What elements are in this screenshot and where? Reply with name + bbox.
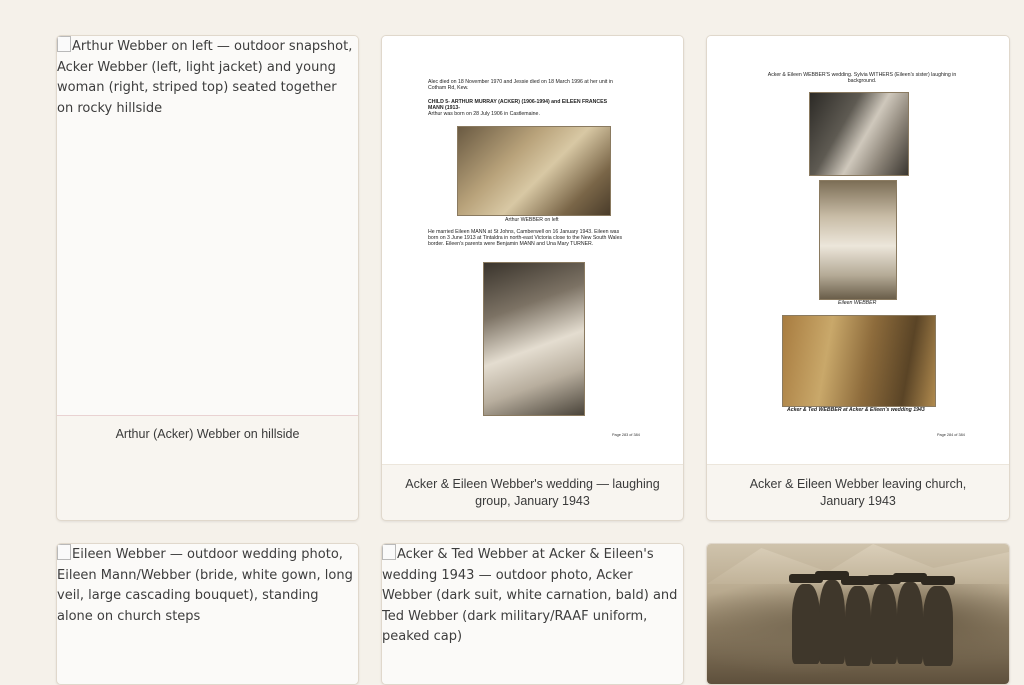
broken-photo-image[interactable]: Arthur Webber on left — outdoor snapshot… — [57, 36, 358, 416]
gallery-card-eileen-wedding[interactable]: Eileen Webber — outdoor wedding photo, E… — [56, 543, 359, 685]
photo-caption: Acker & Ted WEBBER at Acker & Eileen's w… — [787, 407, 925, 413]
broken-photo-image[interactable]: Acker & Ted Webber at Acker & Eileen's w… — [382, 544, 683, 684]
acker-ted-photo — [782, 315, 936, 407]
image-alt-text: Arthur Webber on left — outdoor snapshot… — [57, 39, 353, 116]
photo-caption: Arthur WEBBER on left — [505, 217, 559, 223]
soldier-figure — [871, 584, 897, 664]
gallery-card-acker-ted[interactable]: Acker & Ted Webber at Acker & Eileen's w… — [381, 543, 684, 685]
scanned-document-page: Acker & Eileen WEBBER'S wedding. Sylvia … — [707, 36, 1009, 464]
scanned-document-page: Alec died on 18 November 1970 and Jessie… — [382, 36, 683, 464]
soldier-hat — [921, 576, 955, 585]
page-number: Page 284 of 384 — [937, 433, 965, 437]
document-page-image[interactable]: Acker & Eileen WEBBER'S wedding. Sylvia … — [707, 36, 1009, 465]
soldiers-group-photo[interactable] — [707, 544, 1009, 684]
card-caption: Acker & Eileen Webber's wedding — laughi… — [405, 477, 660, 508]
wedding-group-photo — [483, 262, 585, 416]
photo-gallery-grid: Arthur Webber on left — outdoor snapshot… — [56, 35, 1010, 685]
image-alt-text: Eileen Webber — outdoor wedding photo, E… — [57, 547, 353, 624]
page-text: border. Eileen's parents were Benjamin M… — [428, 241, 594, 247]
gallery-card-arthur-hillside[interactable]: Arthur Webber on left — outdoor snapshot… — [56, 35, 359, 521]
hillside-photo — [457, 126, 611, 216]
image-alt-text: Acker & Ted Webber at Acker & Eileen's w… — [382, 547, 678, 644]
gallery-card-wedding-laughing-group[interactable]: Alec died on 18 November 1970 and Jessie… — [381, 35, 684, 521]
broken-image-icon — [57, 544, 71, 560]
bride-photo — [819, 180, 897, 300]
card-caption: Acker & Eileen Webber leaving church, Ja… — [749, 477, 967, 508]
broken-image-icon — [382, 544, 396, 560]
soldier-figure — [845, 586, 871, 666]
page-text: background. — [847, 78, 877, 84]
gallery-card-leaving-church[interactable]: Acker & Eileen WEBBER'S wedding. Sylvia … — [706, 35, 1010, 521]
page-heading: CHILD 5- ARTHUR MURRAY (ACKER) (1906-199… — [428, 99, 608, 105]
wedding-couple-photo — [809, 92, 909, 176]
soldiers-photo-image — [707, 544, 1009, 684]
gallery-card-soldiers-group[interactable] — [706, 543, 1010, 685]
document-page-image[interactable]: Alec died on 18 November 1970 and Jessie… — [382, 36, 683, 465]
broken-photo-image[interactable]: Eileen Webber — outdoor wedding photo, E… — [57, 544, 358, 684]
page-number: Page 283 of 384 — [612, 433, 640, 437]
broken-image-icon — [57, 36, 71, 52]
page-text: Cotham Rd, Kew. — [428, 85, 469, 91]
soldier-figure — [819, 580, 845, 664]
soldier-figure — [923, 586, 953, 666]
soldier-figure — [897, 582, 923, 664]
photo-caption: Eileen WEBBER — [838, 300, 877, 306]
card-caption: Arthur (Acker) Webber on hillside — [115, 427, 300, 441]
page-text: Arthur was born on 28 July 1906 in Castl… — [428, 111, 540, 117]
soldier-figure — [792, 584, 820, 664]
